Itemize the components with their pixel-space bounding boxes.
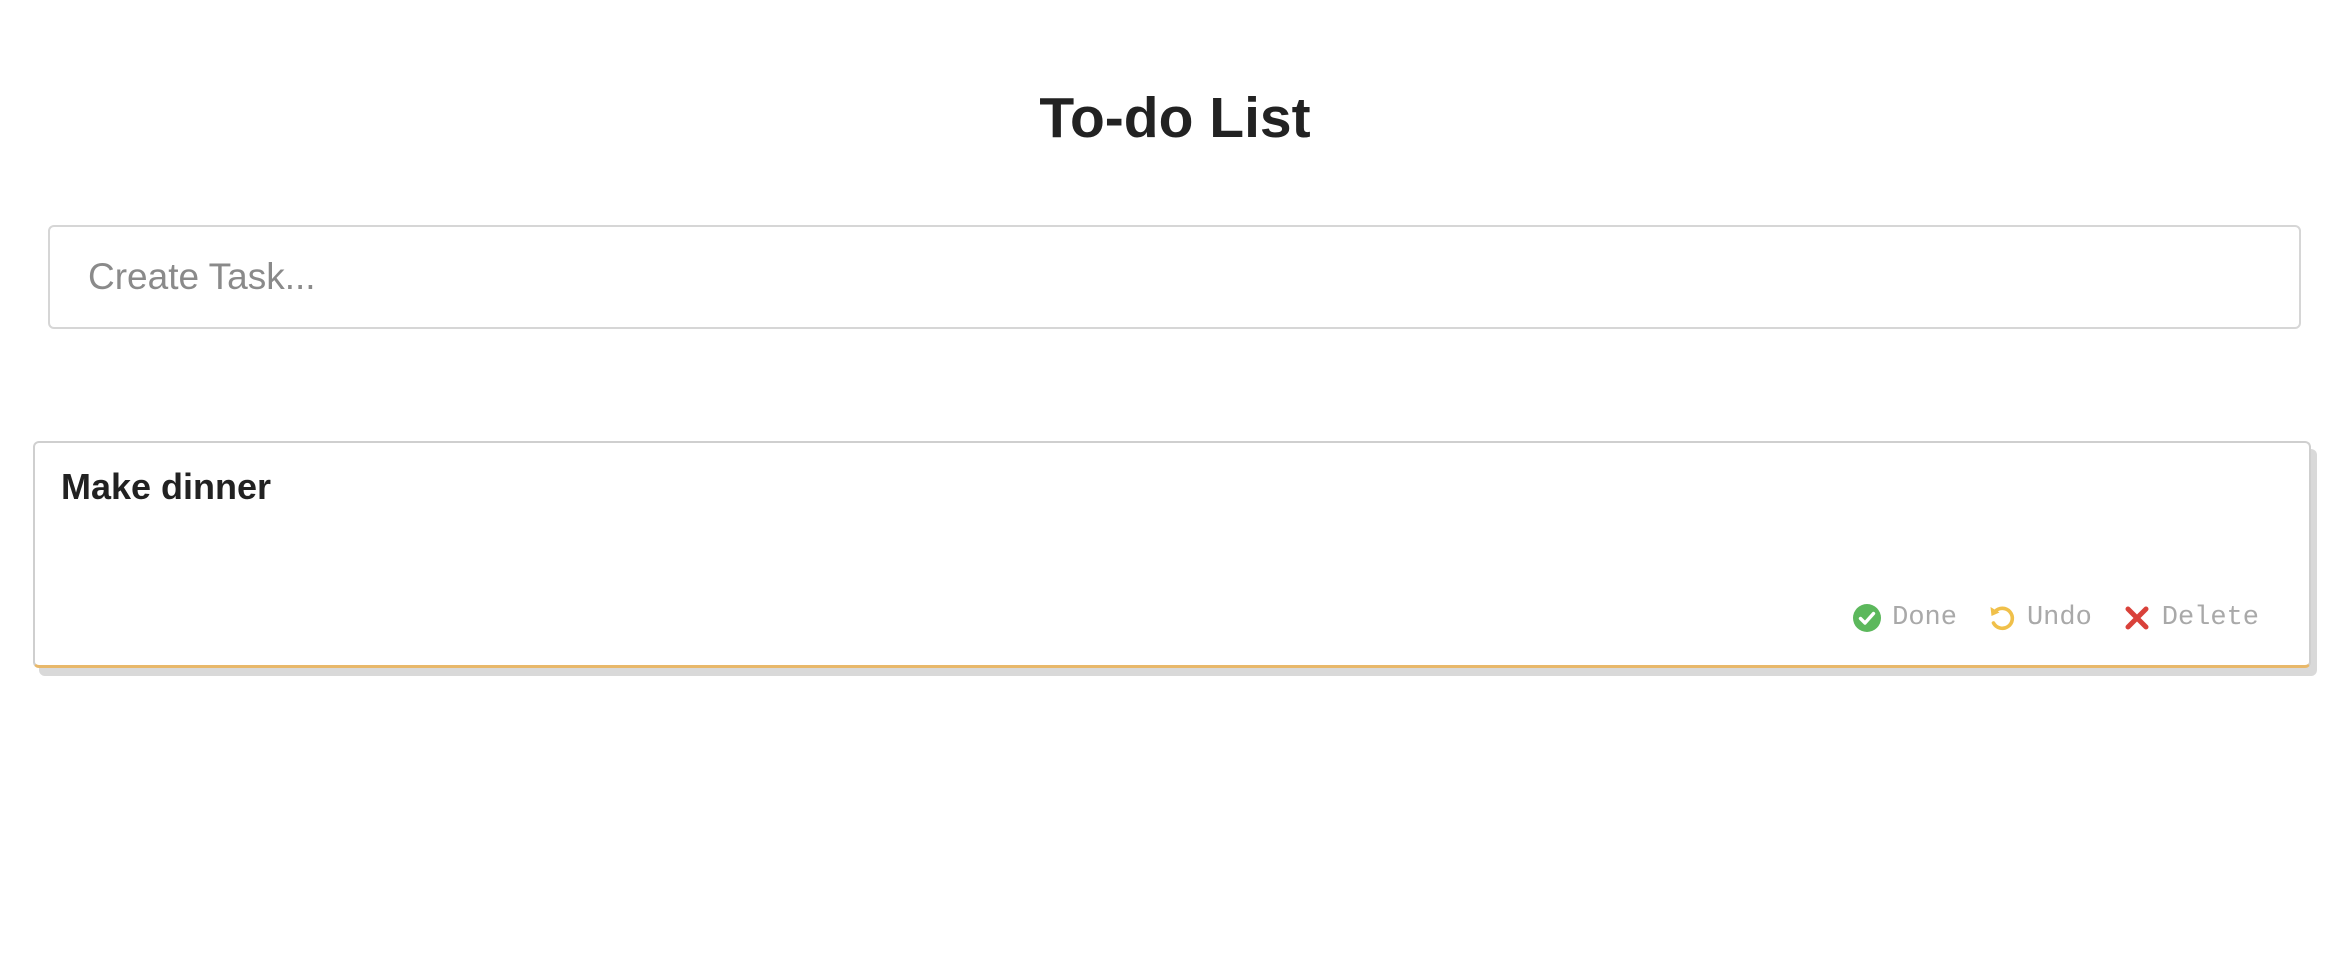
task-actions: Done Undo Delete [1822, 603, 2259, 633]
undo-icon [1987, 603, 2017, 633]
undo-button[interactable]: Undo [1987, 603, 2092, 633]
check-circle-icon [1852, 603, 1882, 633]
done-button[interactable]: Done [1852, 603, 1957, 633]
create-task-input[interactable] [48, 225, 2301, 329]
delete-label: Delete [2161, 603, 2259, 633]
page-title: To-do List [1039, 86, 1311, 150]
undo-label: Undo [2026, 603, 2092, 633]
close-icon [2122, 603, 2152, 633]
delete-button[interactable]: Delete [2122, 603, 2259, 633]
task-card: Make dinner Done Undo Delete [33, 441, 2311, 668]
done-label: Done [1892, 603, 1957, 633]
task-title: Make dinner [61, 466, 272, 507]
